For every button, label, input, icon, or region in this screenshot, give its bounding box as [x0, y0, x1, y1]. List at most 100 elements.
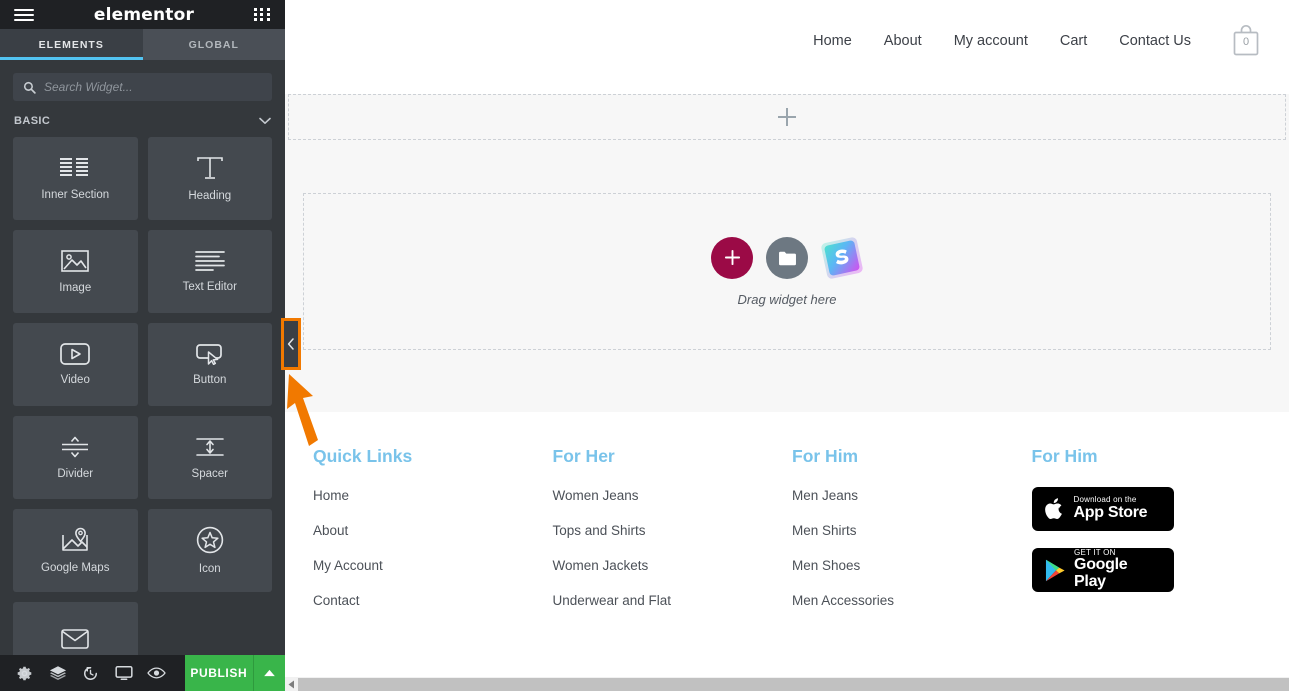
- drop-zone-actions: [711, 236, 863, 279]
- footer-link[interactable]: My Account: [313, 558, 383, 573]
- footer-column-quick-links: Quick Links Home About My Account Contac…: [313, 446, 543, 627]
- template-library-button[interactable]: [766, 236, 808, 279]
- list-item: Underwear and Flat: [553, 592, 783, 610]
- footer-link[interactable]: Home: [313, 488, 349, 503]
- grid-apps-icon[interactable]: [253, 8, 271, 21]
- footer-link-list: Home About My Account Contact: [313, 487, 543, 610]
- folder-template-icon: [778, 251, 796, 265]
- publish-button[interactable]: PUBLISH: [185, 655, 253, 691]
- widget-label: Video: [60, 374, 90, 386]
- nav-link-contact-us[interactable]: Contact Us: [1119, 33, 1191, 49]
- preview-eye-icon[interactable]: [140, 655, 173, 691]
- search-box[interactable]: [13, 73, 272, 101]
- divider-icon: [62, 436, 89, 458]
- nav-link-about[interactable]: About: [884, 33, 922, 49]
- widget-video[interactable]: Video: [13, 323, 138, 406]
- list-item: About: [313, 522, 543, 540]
- elementor-panel: elementor ELEMENTS GLOBAL Search Widget.…: [0, 0, 318, 691]
- search-input[interactable]: [44, 80, 262, 94]
- footer-link[interactable]: Men Shirts: [792, 523, 857, 538]
- add-new-section-area[interactable]: [288, 94, 1286, 140]
- responsive-mode-icon[interactable]: [107, 655, 140, 691]
- list-item: Tops and Shirts: [553, 522, 783, 540]
- widget-label: Inner Section: [41, 189, 110, 201]
- footer-link[interactable]: Contact: [313, 593, 360, 608]
- widget-text-editor[interactable]: Text Editor: [147, 230, 272, 313]
- builder-bottom-spacer: [285, 350, 1289, 412]
- scrollbar-thumb[interactable]: [298, 677, 1289, 691]
- elementor-logo: elementor: [93, 4, 195, 25]
- footer-link[interactable]: Women Jeans: [553, 488, 639, 503]
- sunrise-s-logo-icon[interactable]: [821, 236, 863, 279]
- widget-label: Text Editor: [182, 281, 237, 293]
- search-widget-wrap: [0, 60, 285, 101]
- footer-link[interactable]: Women Jackets: [553, 558, 649, 573]
- tab-global[interactable]: GLOBAL: [142, 29, 285, 60]
- site-header: Home About My account Cart Contact Us 0: [285, 0, 1289, 82]
- cart-button[interactable]: 0: [1231, 24, 1261, 58]
- widget-divider[interactable]: Divider: [13, 416, 138, 499]
- panel-body: BASIC: [0, 60, 285, 691]
- nav-link-my-account[interactable]: My account: [954, 33, 1028, 49]
- footer-column-title: For Him: [792, 446, 859, 466]
- envelope-icon: [61, 629, 90, 649]
- footer-column-title: For Him: [1031, 446, 1098, 466]
- list-item: My Account: [313, 557, 543, 575]
- app-store-badge[interactable]: Download on the App Store: [1031, 487, 1174, 531]
- tab-elements[interactable]: ELEMENTS: [0, 29, 143, 60]
- plus-icon: [724, 249, 740, 266]
- google-play-badge[interactable]: GET IT ON Google Play: [1031, 548, 1174, 592]
- cart-count: 0: [1242, 36, 1250, 48]
- widget-button[interactable]: Button: [147, 323, 272, 406]
- footer-link[interactable]: Men Shoes: [792, 558, 860, 573]
- footer-link[interactable]: About: [313, 523, 348, 538]
- widget-label: Button: [193, 374, 227, 386]
- star-circle-icon: [196, 526, 223, 554]
- drop-zone-hint: Drag widget here: [737, 291, 837, 307]
- hamburger-icon[interactable]: [14, 8, 34, 21]
- scroll-left-arrow-icon[interactable]: [285, 677, 298, 691]
- badge-big-text: Google Play: [1074, 556, 1128, 591]
- widget-label: Divider: [57, 468, 94, 480]
- widget-image[interactable]: Image: [13, 230, 138, 313]
- list-item: Men Accessories: [792, 592, 1022, 610]
- nav-link-home[interactable]: Home: [813, 33, 852, 49]
- panel-collapse-handle[interactable]: [281, 318, 301, 370]
- map-pin-icon: [62, 527, 89, 551]
- category-basic-header[interactable]: BASIC: [0, 101, 285, 137]
- history-revisions-icon[interactable]: [74, 655, 107, 691]
- footer-link[interactable]: Tops and Shirts: [553, 523, 646, 538]
- text-lines-icon: [194, 251, 225, 271]
- settings-gear-icon[interactable]: [8, 655, 41, 691]
- badge-text: GET IT ON Google Play: [1074, 548, 1161, 591]
- widget-label: Spacer: [191, 468, 228, 480]
- chevron-down-icon: [259, 117, 271, 124]
- panel-tabs: ELEMENTS GLOBAL: [0, 29, 285, 60]
- google-play-icon: [1045, 559, 1065, 581]
- footer-link[interactable]: Underwear and Flat: [553, 593, 672, 608]
- badge-big-text: App Store: [1073, 503, 1148, 521]
- list-item: Home: [313, 487, 543, 505]
- widget-google-maps[interactable]: Google Maps: [13, 509, 138, 592]
- widget-spacer[interactable]: Spacer: [147, 416, 272, 499]
- footer-link[interactable]: Men Jeans: [792, 488, 858, 503]
- footer-column-title: Quick Links: [313, 446, 413, 466]
- widget-drop-zone[interactable]: Drag widget here: [303, 193, 1271, 350]
- widget-label: Icon: [198, 563, 221, 575]
- navigator-layers-icon[interactable]: [41, 655, 74, 691]
- publish-options-caret[interactable]: [252, 655, 285, 691]
- caret-up-icon: [263, 669, 275, 677]
- add-widget-button[interactable]: [711, 236, 753, 279]
- widget-inner-section[interactable]: Inner Section: [13, 137, 138, 220]
- spacer-icon: [195, 438, 224, 456]
- canvas-horizontal-scrollbar[interactable]: [285, 677, 1289, 691]
- footer-link-list: Men Jeans Men Shirts Men Shoes Men Acces…: [792, 487, 1022, 610]
- preview-canvas: Home About My account Cart Contact Us 0: [285, 0, 1289, 691]
- nav-link-cart[interactable]: Cart: [1060, 33, 1087, 49]
- widget-heading[interactable]: Heading: [147, 137, 272, 220]
- list-item: Women Jeans: [553, 487, 783, 505]
- footer-link[interactable]: Men Accessories: [792, 593, 894, 608]
- heading-t-icon: [196, 157, 223, 179]
- widget-icon[interactable]: Icon: [147, 509, 272, 592]
- columns-icon: [60, 158, 89, 176]
